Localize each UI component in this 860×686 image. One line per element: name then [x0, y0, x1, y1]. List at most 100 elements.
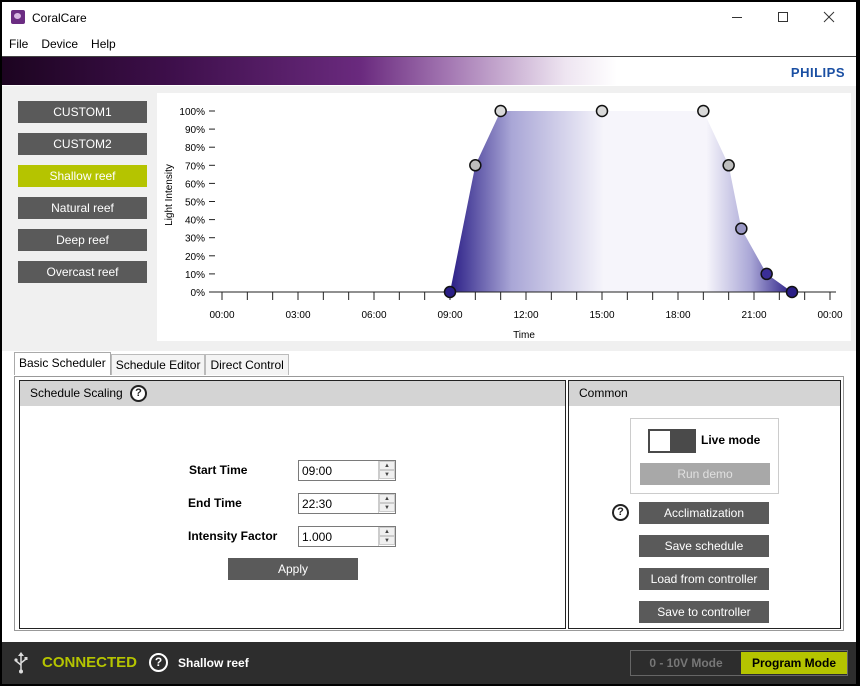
load-from-controller-button[interactable]: Load from controller — [639, 568, 769, 590]
save-schedule-button[interactable]: Save schedule — [639, 535, 769, 557]
live-mode-box: Live mode Run demo — [630, 418, 779, 494]
mode-0-10v-button[interactable]: 0 - 10V Mode — [631, 651, 741, 675]
light-intensity-chart[interactable]: 0% 10% 20% 30% 40% 50% 60% 70% 80% 90% 100% 00:00 0… — [157, 93, 851, 341]
menu-bar: File Device Help — [2, 35, 122, 53]
minimize-icon — [732, 16, 742, 18]
intensity-factor-input[interactable]: 1.000 ▲ ▼ — [298, 526, 396, 547]
menu-device[interactable]: Device — [34, 35, 84, 53]
schedule-scaling-help-icon[interactable]: ? — [130, 385, 147, 402]
y-ticks: 0% 10% 20% 30% 40% 50% 60% 70% 80% 90% 100% — [179, 107, 215, 299]
close-icon — [823, 11, 835, 23]
menu-file[interactable]: File — [2, 35, 34, 53]
maximize-icon — [778, 12, 788, 22]
y-tick-label: 60% — [185, 179, 205, 190]
end-time-up-arrow-icon[interactable]: ▲ — [379, 494, 395, 503]
x-tick-label: 21:00 — [741, 310, 766, 321]
maximize-button[interactable] — [760, 2, 806, 32]
preset-custom2-button[interactable]: CUSTOM2 — [18, 133, 147, 155]
y-tick-label: 100% — [179, 107, 205, 118]
status-help: ? — [149, 653, 168, 672]
start-time-value: 09:00 — [302, 464, 333, 478]
intensity-factor-down-arrow-icon[interactable]: ▼ — [379, 536, 395, 545]
y-tick-label: 30% — [185, 234, 205, 245]
live-mode-label: Live mode — [701, 433, 761, 447]
brand-banner: PHILIPS — [2, 56, 856, 85]
y-axis-label: Light Intensity — [164, 164, 175, 226]
basic-scheduler-panel: Schedule Scaling ? Start Time 09:00 ▲ ▼ … — [14, 376, 844, 631]
y-tick-label: 40% — [185, 216, 205, 227]
x-tick-label: 12:00 — [513, 310, 538, 321]
end-time-down-arrow-icon[interactable]: ▼ — [379, 503, 395, 512]
live-mode-toggle[interactable] — [648, 429, 696, 453]
x-tick-label: 09:00 — [437, 310, 462, 321]
schedule-overview: CUSTOM1 CUSTOM2 Shallow reef Natural ree… — [2, 86, 856, 351]
save-to-controller-button[interactable]: Save to controller — [639, 601, 769, 623]
schedule-point — [443, 285, 457, 299]
toggle-knob — [650, 431, 670, 451]
y-tick-label: 20% — [185, 252, 205, 263]
schedule-point — [697, 104, 710, 118]
end-time-label: End Time — [188, 496, 242, 510]
status-help-icon[interactable]: ? — [149, 653, 168, 672]
chart-svg: 0% 10% 20% 30% 40% 50% 60% 70% 80% 90% 100% 00:00 0… — [164, 104, 843, 341]
intensity-area — [450, 111, 792, 292]
apply-button[interactable]: Apply — [228, 558, 358, 580]
end-time-input[interactable]: 22:30 ▲ ▼ — [298, 493, 396, 514]
title-bar: CoralCare — [2, 2, 856, 32]
y-tick-label: 70% — [185, 161, 205, 172]
x-tick-label: 18:00 — [665, 310, 690, 321]
x-tick-label: 00:00 — [817, 310, 842, 321]
y-tick-label: 50% — [185, 198, 205, 209]
run-demo-button[interactable]: Run demo — [640, 463, 770, 485]
start-time-spinner: ▲ ▼ — [378, 461, 395, 480]
schedule-scaling-group: Schedule Scaling ? Start Time 09:00 ▲ ▼ … — [19, 380, 566, 629]
menu-help[interactable]: Help — [84, 35, 122, 53]
close-button[interactable] — [806, 2, 852, 32]
y-tick-label: 10% — [185, 270, 205, 281]
y-tick-label: 90% — [185, 125, 205, 136]
tab-direct-control[interactable]: Direct Control — [205, 354, 289, 375]
schedule-point — [735, 222, 748, 235]
intensity-factor-label: Intensity Factor — [188, 529, 278, 543]
minimize-button[interactable] — [714, 2, 760, 32]
status-bar: CONNECTED ? Shallow reef 0 - 10V Mode Pr… — [2, 642, 856, 684]
preset-natural-reef-button[interactable]: Natural reef — [18, 197, 147, 219]
intensity-factor-spinner: ▲ ▼ — [378, 527, 395, 546]
schedule-point — [785, 285, 799, 299]
app-window: CoralCare File Device Help PHILIPS CUSTO… — [2, 2, 856, 684]
start-time-input[interactable]: 09:00 ▲ ▼ — [298, 460, 396, 481]
x-tick-label: 15:00 — [589, 310, 614, 321]
schedule-point — [760, 267, 773, 281]
preset-shallow-reef-button[interactable]: Shallow reef — [18, 165, 147, 187]
schedule-scaling-title: Schedule Scaling — [30, 386, 123, 400]
preset-deep-reef-button[interactable]: Deep reef — [18, 229, 147, 251]
acclimatization-button[interactable]: Acclimatization — [639, 502, 769, 524]
tab-basic-scheduler[interactable]: Basic Scheduler — [14, 352, 111, 375]
scheduler-tabs: Basic Scheduler Schedule Editor Direct C… — [14, 352, 289, 376]
intensity-factor-up-arrow-icon[interactable]: ▲ — [379, 527, 395, 536]
mode-switch: 0 - 10V Mode Program Mode — [630, 650, 848, 676]
end-time-spinner: ▲ ▼ — [378, 494, 395, 513]
schedule-point — [469, 159, 482, 172]
connection-status: CONNECTED — [42, 654, 138, 671]
acclimatization-help-icon[interactable]: ? — [612, 504, 629, 521]
start-time-label: Start Time — [189, 463, 248, 477]
common-group: Common Live mode Run demo ? Acclimatizat… — [568, 380, 841, 629]
preset-overcast-reef-button[interactable]: Overcast reef — [18, 261, 147, 283]
preset-custom1-button[interactable]: CUSTOM1 — [18, 101, 147, 123]
x-tick-label: 03:00 — [285, 310, 310, 321]
philips-logo: PHILIPS — [790, 65, 845, 80]
schedule-scaling-header: Schedule Scaling ? — [20, 381, 565, 406]
common-header: Common — [569, 381, 840, 406]
y-tick-label: 0% — [191, 288, 206, 299]
tab-schedule-editor[interactable]: Schedule Editor — [110, 354, 206, 375]
program-mode-button[interactable]: Program Mode — [741, 652, 847, 674]
active-preset-label: Shallow reef — [178, 656, 249, 670]
start-time-up-arrow-icon[interactable]: ▲ — [379, 461, 395, 470]
schedule-point — [494, 104, 507, 118]
end-time-value: 22:30 — [302, 497, 333, 511]
start-time-down-arrow-icon[interactable]: ▼ — [379, 470, 395, 479]
x-ticks: 00:00 03:00 06:00 09:00 12:00 15:00 18:00 21:00… — [209, 292, 843, 321]
x-axis-label: Time — [513, 330, 535, 341]
y-tick-label: 80% — [185, 143, 205, 154]
